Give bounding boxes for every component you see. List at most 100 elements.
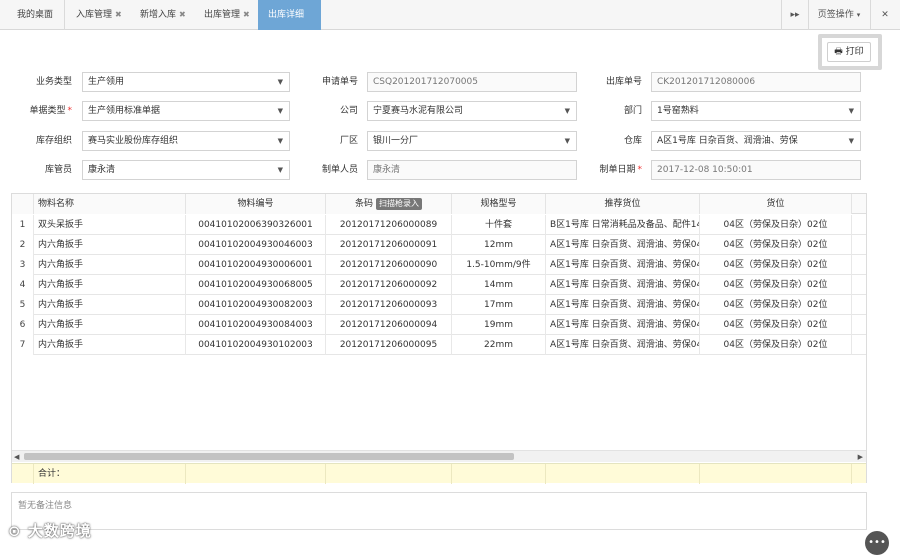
chat-icon[interactable]: ••• [865, 531, 889, 555]
header-spec: 规格型号 [452, 194, 546, 214]
cell-rec-loc: A区1号库 日杂百货、润滑油、劳保04| [546, 335, 700, 355]
close-icon[interactable]: ✖ [243, 10, 250, 19]
cell-loc: 04区（劳保及日杂）02位 [700, 255, 852, 275]
close-icon[interactable]: ✖ [115, 10, 122, 19]
tab-bar: 我的桌面 入库管理 ✖ 新增入库 ✖ 出库管理 ✖ 出库详细 ▸▸ 页签操作 ▾ ✕ [0, 0, 900, 30]
chevron-down-icon: ▼ [564, 137, 570, 145]
creator-label: 制单人员 [321, 165, 358, 175]
create-date-label: 制单日期 * [599, 165, 642, 175]
tab-divider [64, 0, 65, 30]
cell-name: 内六角扳手 [34, 295, 186, 315]
tab-label: 新增入库 [140, 10, 177, 20]
page-ops-label: 页签操作 [817, 10, 854, 20]
cell-barcode: 20120171206000091 [326, 235, 452, 255]
apply-no-label: 申请单号 [321, 77, 358, 87]
doc-type-select[interactable]: 生产领用标准单据 ▼ [82, 101, 290, 121]
tab-new-inbound[interactable]: 新增入库 ✖ [140, 0, 186, 30]
table-row[interactable]: 4 内六角扳手 00410102004930068005 20120171206000… [12, 275, 866, 295]
out-no-field: CK201201712080006 [651, 72, 861, 92]
cell-no: 3 [12, 255, 34, 275]
plant-label: 厂区 [339, 136, 358, 146]
scrollbar-thumb[interactable] [24, 453, 514, 460]
cell-code: 00410102004930082003 [186, 295, 326, 315]
tab-inbound-mgmt[interactable]: 入库管理 ✖ [76, 0, 122, 30]
chevron-down-icon: ▾ [856, 11, 861, 19]
total-row: 合计： [12, 463, 866, 484]
header-material-name: 物料名称 [34, 194, 186, 214]
table-row[interactable]: 5 内六角扳手 00410102004930082003 20120171206000… [12, 295, 866, 315]
cell-name: 内六角扳手 [34, 315, 186, 335]
cell-barcode: 20120171206000092 [326, 275, 452, 295]
cell-name: 双头呆扳手 [34, 215, 186, 235]
tab-label: 出库管理 [204, 10, 241, 20]
warehouse-select[interactable]: A区1号库 日杂百货、润滑油、劳保 ▼ [651, 131, 861, 151]
tab-outbound-detail[interactable]: 出库详细 [258, 0, 321, 30]
company-label: 公司 [339, 106, 358, 116]
table-row[interactable]: 6 内六角扳手 00410102004930084003 20120171206000… [12, 315, 866, 335]
cell-loc: 04区（劳保及日杂）02位 [700, 335, 852, 355]
chevron-down-icon: ▼ [277, 166, 283, 174]
doc-type-label: 单据类型 * [29, 106, 72, 116]
table-row[interactable]: 7 内六角扳手 00410102004930102003 20120171206000… [12, 335, 866, 355]
creator-field: 康永清 [367, 160, 577, 180]
material-grid: 物料名称 物料编号 条码 扫描枪录入 规格型号 推荐货位 货位 1 双头呆扳手 004… [11, 193, 867, 484]
cell-barcode: 20120171206000093 [326, 295, 452, 315]
cell-code: 00410102004930006001 [186, 255, 326, 275]
chevron-down-icon: ▼ [564, 107, 570, 115]
cell-name: 内六角扳手 [34, 235, 186, 255]
tab-label: 入库管理 [76, 10, 113, 20]
apply-no-field: CSQ201201712070005 [367, 72, 577, 92]
cell-barcode: 20120171206000090 [326, 255, 452, 275]
print-button[interactable]: 🖶 打印 [827, 42, 871, 62]
biz-type-select[interactable]: 生产领用 ▼ [82, 72, 290, 92]
cell-code: 00410102006390326001 [186, 215, 326, 235]
cell-code: 00410102004930068005 [186, 275, 326, 295]
chevron-down-icon: ▼ [277, 78, 283, 86]
cell-spec: 19mm [452, 315, 546, 335]
chevron-down-icon: ▼ [848, 107, 854, 115]
stock-org-select[interactable]: 赛马实业股份库存组织 ▼ [82, 131, 290, 151]
table-row[interactable]: 1 双头呆扳手 00410102006390326001 20120171206000… [12, 215, 866, 235]
page-ops-button[interactable]: 页签操作 ▾ [809, 0, 869, 30]
dept-label: 部门 [623, 106, 642, 116]
stock-org-label: 库存组织 [35, 136, 72, 146]
cell-code: 00410102004930046003 [186, 235, 326, 255]
cell-loc: 04区（劳保及日杂）02位 [700, 235, 852, 255]
company-select[interactable]: 宁夏赛马水泥有限公司 ▼ [367, 101, 577, 121]
header-rownum [12, 194, 34, 214]
cell-spec: 12mm [452, 235, 546, 255]
tab-outbound-mgmt[interactable]: 出库管理 ✖ [204, 0, 250, 30]
cell-rec-loc: B区1号库 日常消耗品及备品、配件14| [546, 215, 700, 235]
cell-no: 6 [12, 315, 34, 335]
tab-label: 我的桌面 [17, 10, 54, 20]
dept-select[interactable]: 1号窑熟料 ▼ [651, 101, 861, 121]
cell-barcode: 20120171206000095 [326, 335, 452, 355]
header-barcode: 条码 扫描枪录入 [326, 194, 452, 214]
cell-spec: 十件套 [452, 215, 546, 235]
keeper-select[interactable]: 康永清 ▼ [82, 160, 290, 180]
cell-code: 00410102004930102003 [186, 335, 326, 355]
cell-loc: 04区（劳保及日杂）02位 [700, 295, 852, 315]
remark-box[interactable]: 暂无备注信息 [11, 492, 867, 530]
tab-label: 出库详细 [268, 10, 305, 20]
scroll-left-icon[interactable]: ◀ [14, 451, 19, 463]
horizontal-scrollbar[interactable]: ◀ ▶ [12, 450, 866, 462]
out-no-label: 出库单号 [605, 77, 642, 87]
table-row[interactable]: 3 内六角扳手 00410102004930006001 20120171206000… [12, 255, 866, 275]
cell-name: 内六角扳手 [34, 335, 186, 355]
scroll-right-arrow-icon[interactable]: ▶ [858, 451, 863, 463]
printer-icon: 🖶 [834, 47, 843, 57]
cell-name: 内六角扳手 [34, 255, 186, 275]
fullscreen-icon[interactable]: ✕ [871, 0, 899, 30]
scan-entry-button[interactable]: 扫描枪录入 [376, 198, 422, 210]
table-row[interactable]: 2 内六角扳手 00410102004930046003 20120171206000… [12, 235, 866, 255]
tab-home[interactable]: 我的桌面 [17, 0, 53, 30]
warehouse-label: 仓库 [623, 136, 642, 146]
plant-select[interactable]: 银川一分厂 ▼ [367, 131, 577, 151]
close-icon[interactable]: ✖ [179, 10, 186, 19]
cell-rec-loc: A区1号库 日杂百货、润滑油、劳保04| [546, 235, 700, 255]
cell-loc: 04区（劳保及日杂）02位 [700, 275, 852, 295]
scroll-right-icon[interactable]: ▸▸ [782, 0, 808, 30]
cell-loc: 04区（劳保及日杂）02位 [700, 315, 852, 335]
cell-rec-loc: A区1号库 日杂百货、润滑油、劳保04| [546, 315, 700, 335]
